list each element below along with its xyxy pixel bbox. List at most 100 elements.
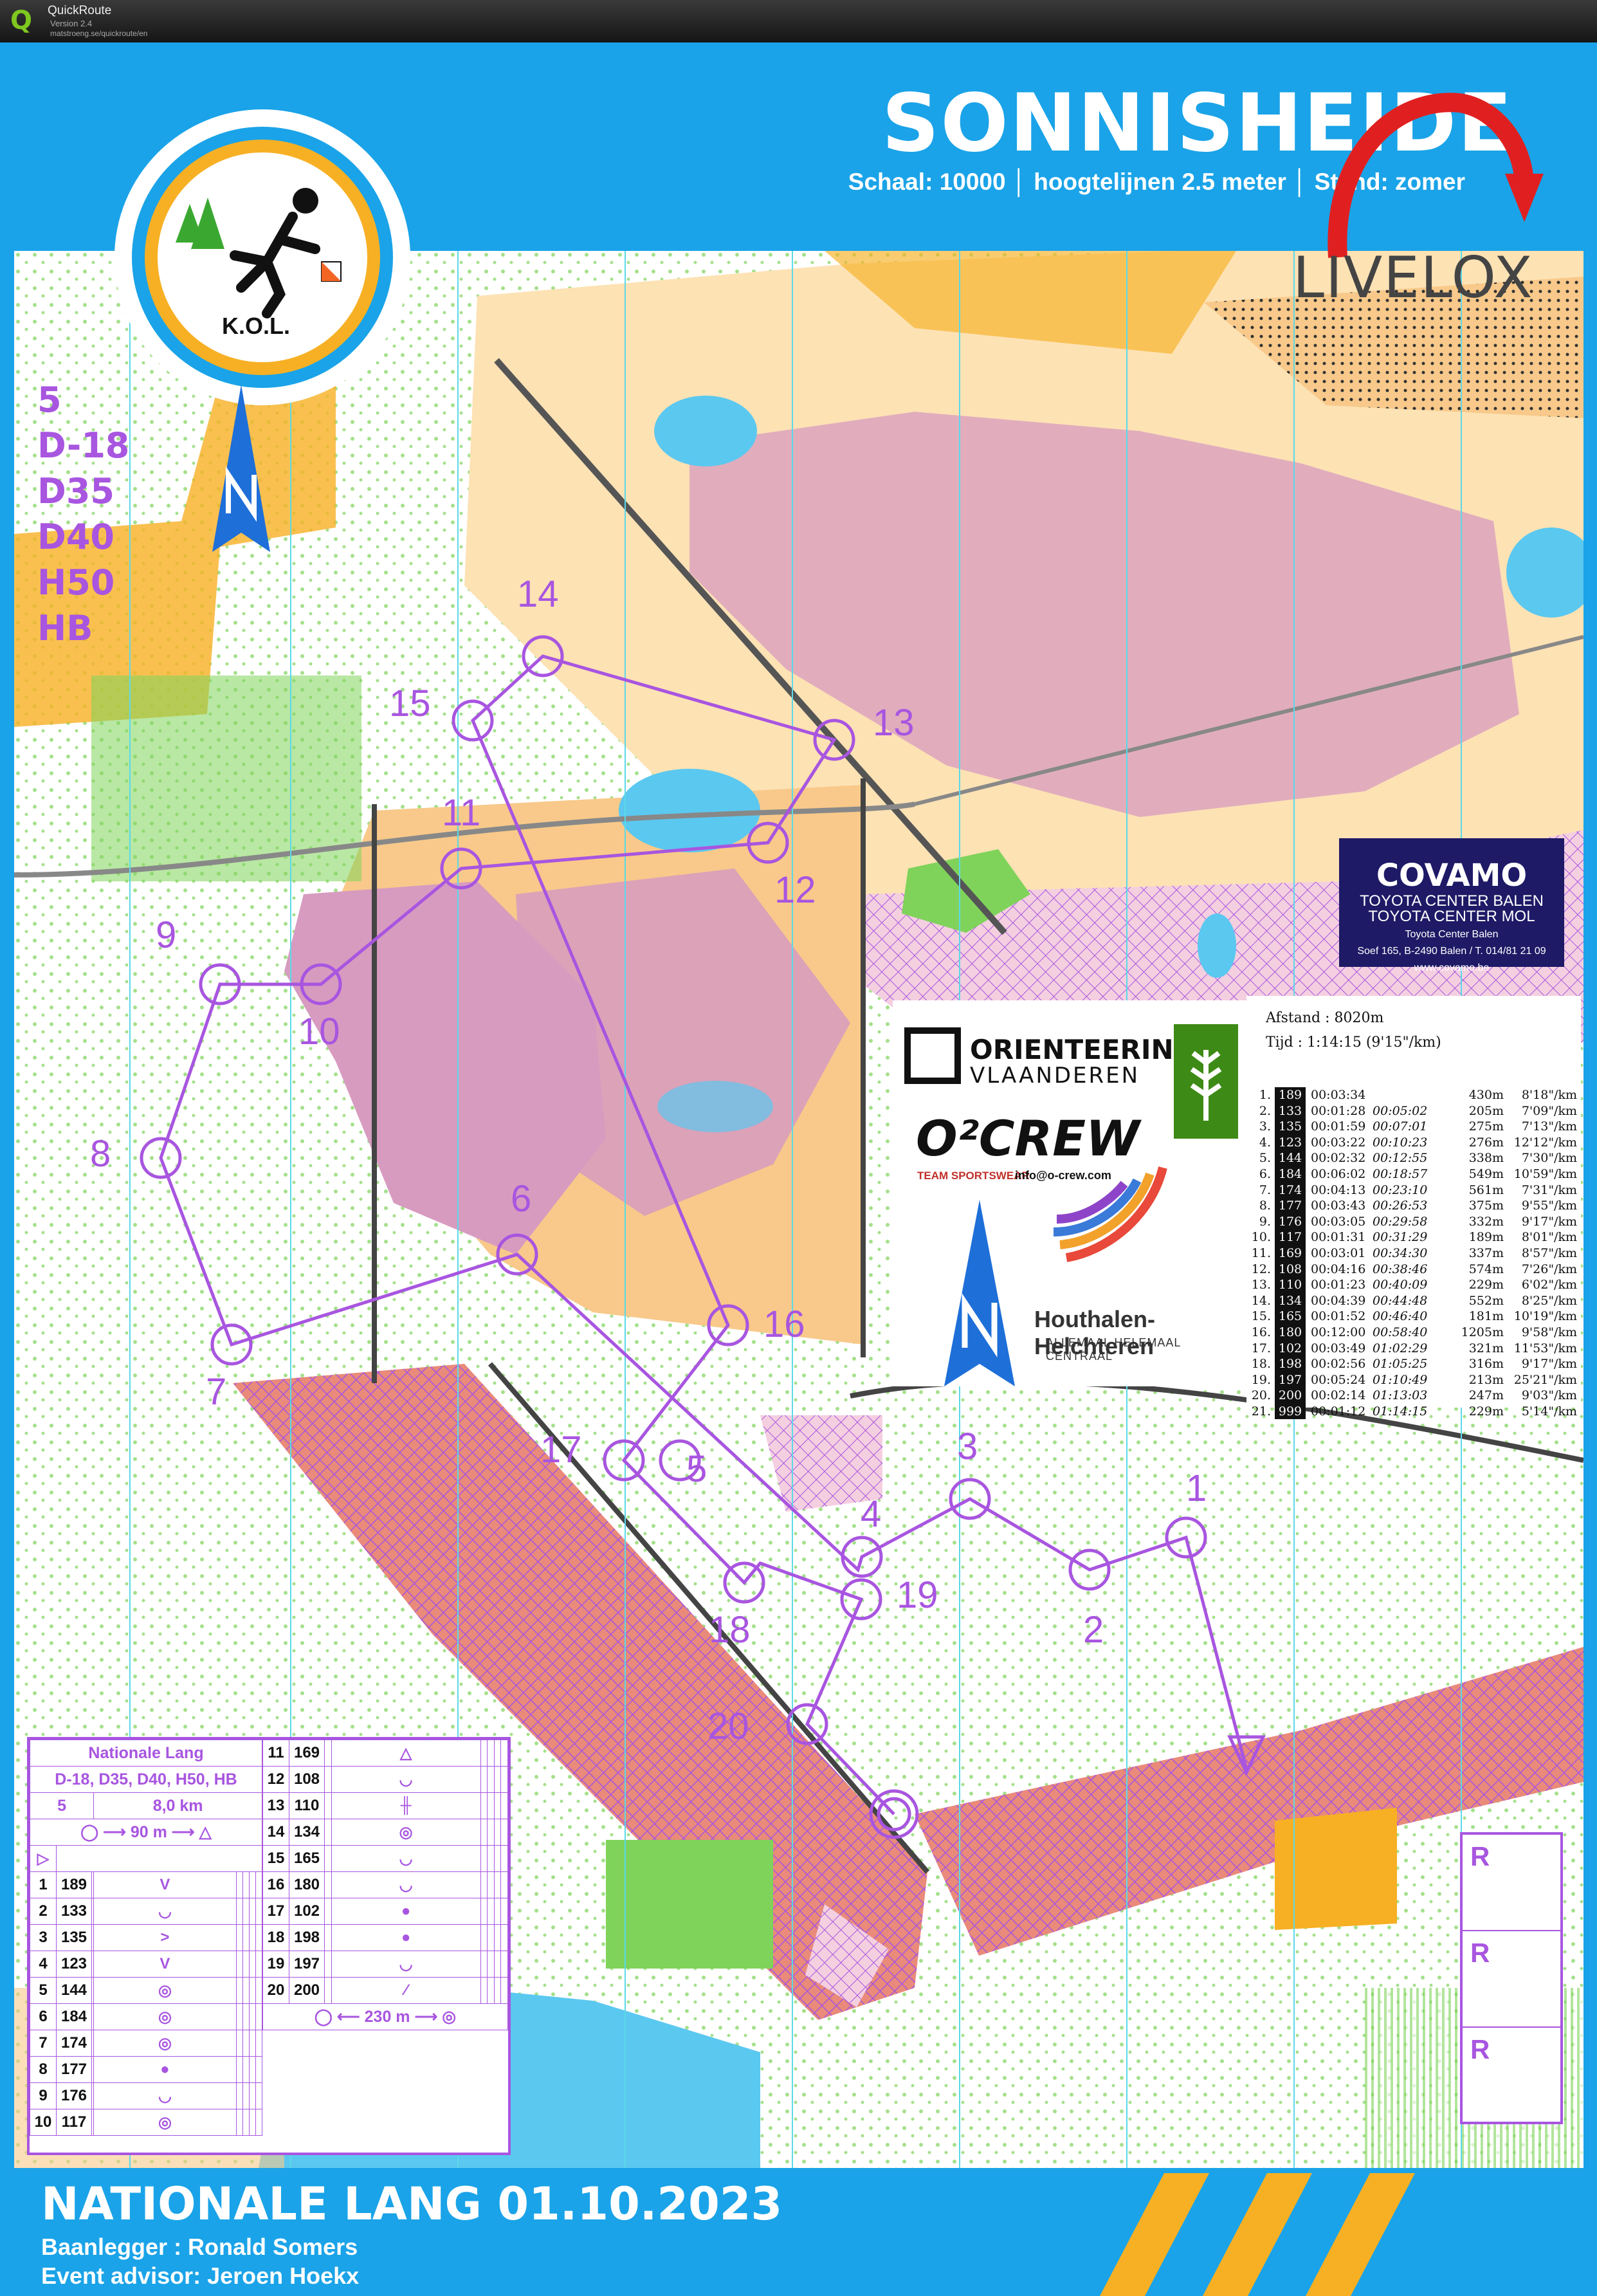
description-cell (500, 1766, 508, 1793)
split-idx: 12. (1251, 1262, 1271, 1276)
control-order: 13 (262, 1792, 289, 1819)
control-feature-symbol: △ (331, 1740, 481, 1767)
control-feature-symbol: ◡ (93, 2082, 237, 2109)
split-dist: 189m (1468, 1230, 1504, 1245)
description-cell (324, 1951, 332, 1978)
control-label-19: 19 (897, 1574, 938, 1616)
description-cell (480, 1977, 488, 2004)
split-idx: 15. (1251, 1309, 1271, 1324)
split-code: 135 (1275, 1119, 1306, 1135)
split-dist: 332m (1468, 1214, 1504, 1229)
description-cell (242, 1871, 250, 1898)
description-cell (324, 1871, 332, 1898)
description-cell (248, 1924, 256, 1951)
split-pace: 25'21"/km (1513, 1372, 1577, 1387)
control-feature-symbol: ╫ (331, 1792, 481, 1819)
control-order: 4 (30, 1951, 57, 1978)
app-name: QuickRoute (48, 4, 112, 17)
covamo-line1: TOYOTA CENTER BALEN (1360, 892, 1544, 910)
description-cell (248, 1871, 256, 1898)
control-feature-symbol: ● (331, 1898, 481, 1925)
event-advisor: Event advisor: Jeroen Hoekx (41, 2263, 360, 2289)
description-row: 18 198 ● (262, 1924, 508, 1951)
description-table-left: Nationale Lang D-18, D35, D40, H50, HB 5… (29, 1740, 263, 2136)
covamo-line4: Soef 165, B-2490 Balen / T. 014/81 21 09 (1357, 946, 1546, 957)
description-row: 16 180 ◡ (262, 1871, 508, 1898)
app-url: matstroeng.se/quickroute/en (50, 29, 148, 38)
control-label-4: 4 (861, 1493, 882, 1535)
split-cum: 01:14:15 (1373, 1404, 1428, 1419)
sponsor-covamo: COVAMO TOYOTA CENTER BALEN TOYOTA CENTER… (1339, 838, 1564, 973)
window-titlebar: Q QuickRoute Version 2.4 matstroeng.se/q… (0, 0, 1597, 42)
control-order: 15 (262, 1845, 289, 1872)
description-row: 15 165 ◡ (262, 1845, 508, 1872)
control-code: 102 (289, 1898, 325, 1925)
split-cum: 00:12:55 (1373, 1151, 1428, 1166)
split-split: 00:03:49 (1311, 1341, 1366, 1355)
description-cell (248, 1951, 256, 1978)
description-cell (480, 1819, 488, 1846)
split-split: 00:03:01 (1311, 1245, 1366, 1260)
description-cell (255, 1924, 263, 1951)
split-cum: 01:02:29 (1373, 1341, 1428, 1355)
split-pace: 8'25"/km (1521, 1293, 1577, 1308)
description-cell (480, 1740, 488, 1767)
split-pace: 11'53"/km (1513, 1341, 1577, 1355)
split-idx: 4. (1259, 1135, 1271, 1150)
control-label-11: 11 (442, 792, 481, 834)
control-label-8: 8 (90, 1133, 111, 1175)
control-order: 12 (262, 1766, 289, 1793)
control-feature-symbol: ● (93, 2056, 237, 2083)
split-pace: 7'30"/km (1521, 1151, 1577, 1166)
control-label-6: 6 (511, 1178, 532, 1220)
split-code: 102 (1275, 1340, 1306, 1357)
split-row: 7. 174 00:04:13 00:23:10 561m 7'31"/km (1246, 1182, 1581, 1199)
control-code: 110 (289, 1792, 325, 1819)
description-cell (487, 1845, 495, 1872)
control-order: 1 (30, 1871, 57, 1898)
control-feature-symbol: > (93, 1924, 237, 1951)
split-row: 6. 184 00:06:02 00:18:57 549m 10'59"/km (1246, 1166, 1581, 1182)
description-cell (248, 1977, 256, 2004)
description-row: 8 177 ● (30, 2056, 263, 2083)
description-cell (324, 1977, 332, 2004)
houthalen-swoosh-icon (1054, 1166, 1167, 1262)
description-row: 10 117 ◎ (30, 2109, 263, 2136)
split-times-list: 1. 189 00:03:34 430m 8'18"/km 2. 133 00:01:28 00… (1246, 1087, 1581, 1420)
course-number: 5 (37, 380, 62, 420)
control-label-2: 2 (1083, 1609, 1104, 1651)
split-pace: 7'09"/km (1521, 1103, 1577, 1118)
description-cell (487, 1951, 495, 1978)
livelox-arc-icon (1328, 93, 1544, 258)
split-idx: 17. (1251, 1341, 1271, 1355)
description-cell (324, 1766, 332, 1793)
description-cell (255, 2082, 263, 2109)
split-cum: 00:46:40 (1373, 1309, 1428, 1324)
ov-name-line1: ORIENTEERING (970, 1034, 1196, 1065)
control-code: 144 (56, 1977, 92, 2004)
split-split: 00:06:02 (1311, 1166, 1366, 1181)
ocrew-tagline: TEAM SPORTSWEAR (917, 1170, 1030, 1182)
description-cell (235, 1924, 243, 1951)
control-order: 20 (262, 1977, 289, 2004)
description-cell (480, 1951, 488, 1978)
description-cell (324, 1792, 332, 1819)
description-cell (487, 1871, 495, 1898)
description-row: 20 200 ⁄ (262, 1977, 508, 2004)
description-cell (500, 1951, 508, 1978)
split-pace: 7'26"/km (1521, 1262, 1577, 1276)
split-code: 177 (1275, 1198, 1306, 1214)
control-order: 10 (30, 2109, 57, 2136)
description-cell (480, 1871, 488, 1898)
description-row: 7 174 ◎ (30, 2030, 263, 2057)
control-code: 169 (289, 1740, 325, 1767)
description-cell (324, 1740, 332, 1767)
split-pace: 9'17"/km (1521, 1357, 1577, 1372)
control-feature-symbol: ◡ (331, 1871, 481, 1898)
pond-north (654, 396, 757, 466)
split-idx: 14. (1251, 1293, 1271, 1308)
split-split: 00:03:43 (1311, 1199, 1366, 1213)
split-cum: 00:44:48 (1373, 1293, 1428, 1308)
description-start-dist: ◯ ⟶ 90 m ⟶ △ (30, 1819, 262, 1846)
control-feature-symbol: ● (331, 1924, 481, 1951)
